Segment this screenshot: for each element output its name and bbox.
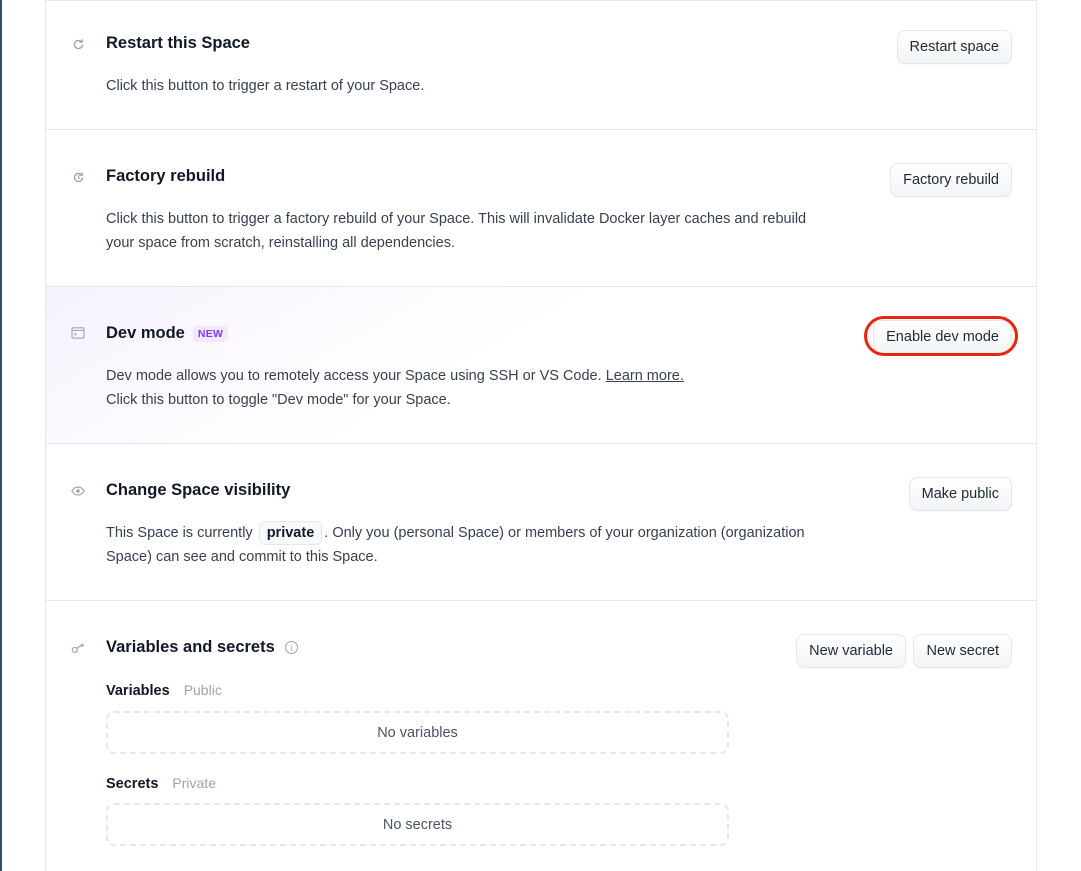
learn-more-link[interactable]: Learn more. — [606, 368, 684, 384]
restart-icon — [70, 36, 86, 52]
terminal-window-icon — [70, 325, 86, 341]
variables-label: Variables — [106, 683, 170, 699]
dev-mode-desc-text-2: Click this button to toggle "Dev mode" f… — [106, 392, 451, 408]
visibility-description: This Space is currently private. Only yo… — [106, 521, 826, 569]
new-badge: NEW — [192, 325, 229, 342]
secrets-subheader: Secrets Private — [106, 775, 216, 792]
dev-mode-section: Dev mode NEW Dev mode allows you to remo… — [46, 287, 1036, 444]
variables-visibility-label: Public — [183, 682, 222, 698]
new-secret-button[interactable]: New secret — [913, 634, 1012, 668]
restart-space-button[interactable]: Restart space — [896, 30, 1012, 64]
variables-subheader: Variables Public — [106, 682, 222, 699]
restart-section: Restart this Space Click this button to … — [46, 1, 1036, 130]
make-public-button[interactable]: Make public — [908, 477, 1012, 511]
factory-rebuild-button[interactable]: Factory rebuild — [890, 163, 1012, 197]
variables-secrets-title-text: Variables and secrets — [106, 638, 275, 656]
new-variable-button[interactable]: New variable — [796, 634, 906, 668]
dev-mode-desc-text: Dev mode allows you to remotely access y… — [106, 368, 602, 384]
visibility-title-text: Change Space visibility — [106, 481, 291, 499]
visibility-status-badge: private — [258, 521, 323, 545]
factory-rebuild-icon — [70, 169, 86, 185]
dev-mode-title-text: Dev mode — [106, 324, 185, 342]
factory-rebuild-section: Factory rebuild Click this button to tri… — [46, 130, 1036, 287]
secrets-visibility-label: Private — [172, 775, 216, 791]
restart-title: Restart this Space — [106, 34, 250, 53]
variables-secrets-section: Variables and secrets i New variable New… — [46, 601, 1036, 871]
enable-dev-mode-button[interactable]: Enable dev mode — [873, 320, 1012, 354]
window-edge — [0, 0, 2, 871]
variables-empty-state: No variables — [106, 711, 729, 754]
dev-mode-title: Dev mode NEW — [106, 324, 229, 343]
factory-rebuild-title-text: Factory rebuild — [106, 167, 226, 185]
dev-mode-description: Dev mode allows you to remotely access y… — [106, 364, 826, 412]
variables-secrets-title: Variables and secrets i — [106, 638, 298, 657]
factory-rebuild-description: Click this button to trigger a factory r… — [106, 211, 807, 251]
info-icon[interactable]: i — [284, 641, 298, 654]
key-icon — [70, 640, 86, 656]
secrets-label: Secrets — [106, 776, 159, 792]
visibility-title: Change Space visibility — [106, 481, 290, 500]
visibility-section: Change Space visibility This Space is cu… — [46, 444, 1036, 601]
restart-title-text: Restart this Space — [106, 34, 250, 52]
secrets-empty-state: No secrets — [106, 803, 729, 846]
settings-card: Restart this Space Click this button to … — [45, 0, 1037, 871]
visibility-desc-text: This Space is currently — [106, 525, 253, 541]
eye-icon — [70, 483, 86, 499]
factory-rebuild-title: Factory rebuild — [106, 167, 225, 186]
restart-description: Click this button to trigger a restart o… — [106, 78, 425, 94]
